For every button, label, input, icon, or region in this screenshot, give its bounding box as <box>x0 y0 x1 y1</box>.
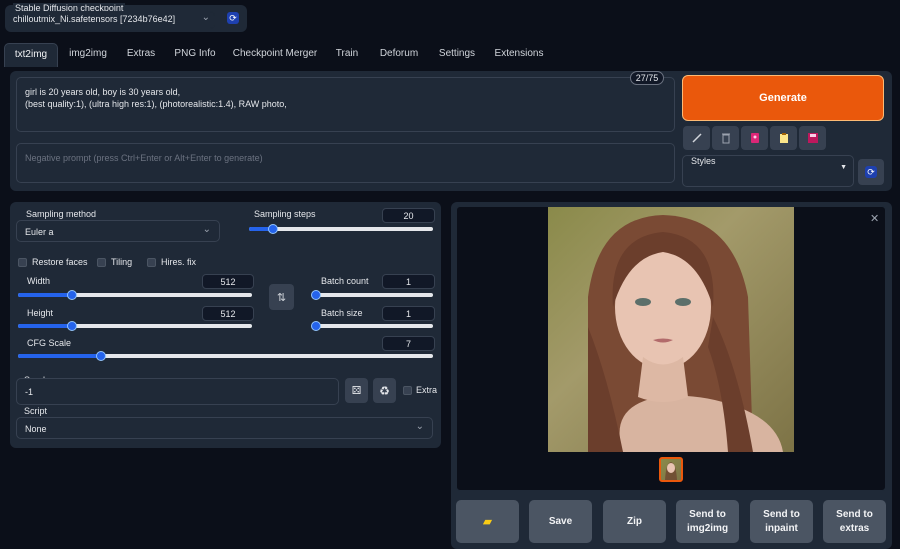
script-label: Script <box>24 406 48 416</box>
cfg-scale-label: CFG Scale <box>27 338 72 348</box>
generate-button[interactable]: Generate <box>682 75 884 121</box>
thumbnail-image[interactable] <box>659 457 683 482</box>
swap-dimensions-button[interactable]: ⇅ <box>269 284 294 310</box>
open-folder-button[interactable]: ▰ <box>456 500 519 543</box>
random-seed-button[interactable]: ⚄ <box>345 378 368 403</box>
prompt-line-2: (best quality:1), (ultra high res:1), (p… <box>25 99 287 109</box>
batch-size-label: Batch size <box>321 308 363 318</box>
prompt-line-1: girl is 20 years old, boy is 30 years ol… <box>25 87 181 97</box>
tab-settings[interactable]: Settings <box>434 43 480 67</box>
chevron-down-icon: ⌄ <box>415 421 424 432</box>
cfg-scale-input[interactable]: 7 <box>382 336 435 351</box>
tab-txt2img[interactable]: txt2img <box>4 43 58 67</box>
batch-size-input[interactable]: 1 <box>382 306 435 321</box>
send-to-img2img-button[interactable]: Send to img2img <box>676 500 739 543</box>
tab-img2img[interactable]: img2img <box>62 43 114 67</box>
extra-seed-label: Extra <box>416 385 438 395</box>
sampling-steps-label: Sampling steps <box>254 209 316 219</box>
paint-brush-icon[interactable] <box>683 126 710 150</box>
trash-icon[interactable] <box>712 126 739 150</box>
sampling-method-dropdown[interactable]: Euler a ⌄ <box>16 220 220 242</box>
tiling-label: Tiling <box>111 257 133 267</box>
chevron-down-icon: ⌄ <box>201 12 210 23</box>
send-to-img2img-label: Send to img2img <box>686 508 729 534</box>
batch-count-label: Batch count <box>321 276 369 286</box>
checkpoint-dropdown[interactable]: chilloutmix_Ni.safetensors [7234b76e42] … <box>9 11 215 29</box>
send-to-extras-button[interactable]: Send to extras <box>823 500 886 543</box>
tab-png-info[interactable]: PNG Info <box>170 43 220 67</box>
extra-seed-checkbox[interactable] <box>403 386 412 395</box>
seed-input[interactable]: -1 <box>16 378 339 405</box>
token-counter: 27/75 <box>630 71 664 85</box>
refresh-icon: ⟳ <box>865 166 877 178</box>
pink-card-icon[interactable] <box>741 126 768 150</box>
styles-label: Styles <box>691 156 716 166</box>
batch-count-input[interactable]: 1 <box>382 274 435 289</box>
height-input[interactable]: 512 <box>202 306 254 321</box>
height-slider[interactable] <box>18 321 252 331</box>
batch-size-slider[interactable] <box>311 321 433 331</box>
restore-faces-label: Restore faces <box>32 257 88 267</box>
clipboard-icon[interactable] <box>770 126 797 150</box>
prompt-textarea[interactable]: girl is 20 years old, boy is 30 years ol… <box>16 77 675 132</box>
width-slider[interactable] <box>18 290 252 300</box>
tab-extras[interactable]: Extras <box>120 43 162 67</box>
tiling-checkbox[interactable] <box>97 258 106 267</box>
script-value: None <box>25 424 47 434</box>
tab-checkpoint-merger[interactable]: Checkpoint Merger <box>230 43 320 67</box>
reuse-seed-button[interactable]: ♻ <box>373 378 396 403</box>
tab-deforum[interactable]: Deforum <box>374 43 424 67</box>
sampling-steps-input[interactable]: 20 <box>382 208 435 223</box>
sampling-method-value: Euler a <box>25 227 54 237</box>
send-to-extras-label: Send to extras <box>836 508 873 534</box>
dice-icon: ⚄ <box>351 385 362 397</box>
chevron-down-icon: ⌄ <box>202 224 211 235</box>
generated-image[interactable] <box>548 207 794 452</box>
sampling-method-label: Sampling method <box>26 209 97 219</box>
save-button[interactable]: Save <box>529 500 592 543</box>
batch-count-slider[interactable] <box>311 290 433 300</box>
negative-prompt-textarea[interactable]: Negative prompt (press Ctrl+Enter or Alt… <box>16 143 675 183</box>
negative-prompt-placeholder: Negative prompt (press Ctrl+Enter or Alt… <box>25 153 263 163</box>
swap-icon: ⇅ <box>276 291 287 304</box>
cfg-scale-slider[interactable] <box>18 351 433 361</box>
checkpoint-value: chilloutmix_Ni.safetensors [7234b76e42] <box>13 14 176 24</box>
height-label: Height <box>27 308 54 318</box>
seed-value: -1 <box>25 387 34 397</box>
close-icon[interactable]: ✕ <box>870 212 879 225</box>
tab-extensions[interactable]: Extensions <box>490 43 548 67</box>
refresh-icon[interactable]: ⟳ <box>227 12 239 24</box>
width-label: Width <box>27 276 51 286</box>
recycle-icon: ♻ <box>379 383 390 398</box>
tab-train[interactable]: Train <box>330 43 364 67</box>
width-input[interactable]: 512 <box>202 274 254 289</box>
restore-faces-checkbox[interactable] <box>18 258 27 267</box>
styles-refresh-button[interactable]: ⟳ <box>858 159 884 185</box>
folder-icon: ▰ <box>483 515 492 528</box>
send-to-inpaint-label: Send to inpaint <box>763 508 800 534</box>
zip-button[interactable]: Zip <box>603 500 666 543</box>
hires-fix-label: Hires. fix <box>161 257 197 267</box>
sampling-steps-slider[interactable] <box>249 224 433 234</box>
send-to-inpaint-button[interactable]: Send to inpaint <box>750 500 813 543</box>
caret-down-icon: ▼ <box>840 164 847 171</box>
script-dropdown[interactable]: None ⌄ <box>16 417 433 439</box>
hires-fix-checkbox[interactable] <box>147 258 156 267</box>
save-disk-icon[interactable] <box>799 126 826 150</box>
styles-dropdown[interactable]: Styles ▼ <box>682 155 854 187</box>
